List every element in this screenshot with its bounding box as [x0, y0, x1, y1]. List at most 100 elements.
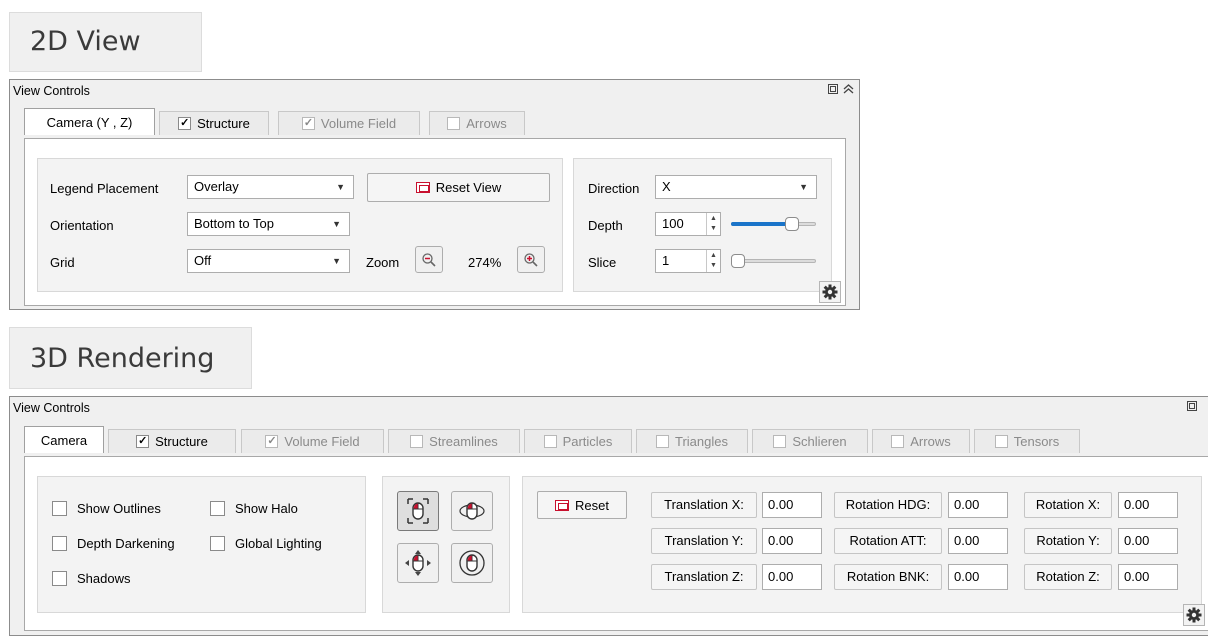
reset-icon — [415, 182, 430, 193]
tab-bar: Camera Structure Volume Field Streamline… — [24, 426, 1104, 457]
chevron-down-icon: ▼ — [336, 182, 345, 192]
tensors-checkbox[interactable] — [994, 435, 1008, 448]
rotation-y-input[interactable]: 0.00 — [1118, 528, 1178, 554]
restore-icon[interactable] — [827, 83, 839, 98]
tab-label: Triangles — [675, 434, 728, 449]
global-lighting-checkbox[interactable] — [210, 536, 225, 551]
mouse-select-button[interactable] — [397, 491, 439, 531]
depth-darkening-option[interactable]: Depth Darkening — [52, 536, 175, 551]
structure-checkbox[interactable] — [178, 117, 192, 130]
tab-content: Show Outlines Show Halo Depth Darkening … — [24, 456, 1208, 631]
tab-arrows[interactable]: Arrows — [872, 429, 970, 453]
rotation-att-input[interactable]: 0.00 — [948, 528, 1008, 554]
button-label: Reset View — [435, 180, 502, 195]
streamlines-checkbox[interactable] — [410, 435, 424, 448]
slice-spinbox[interactable]: 1 ▲ ▼ — [655, 249, 721, 273]
rotation-bnk-input[interactable]: 0.00 — [948, 564, 1008, 590]
option-label: Shadows — [77, 571, 131, 586]
transform-group: Reset Translation X: 0.00 Translation Y:… — [522, 476, 1202, 613]
show-outlines-option[interactable]: Show Outlines — [52, 501, 161, 516]
option-label: Depth Darkening — [77, 536, 175, 551]
spin-arrows-icon[interactable]: ▲ ▼ — [706, 250, 720, 272]
tab-label: Structure — [155, 434, 208, 449]
particles-checkbox[interactable] — [543, 435, 557, 448]
direction-label: Direction — [588, 181, 640, 196]
triangles-checkbox[interactable] — [656, 435, 669, 448]
volume-field-checkbox[interactable] — [301, 117, 315, 130]
slice-label: Slice — [588, 255, 617, 270]
rotation-att-label: Rotation ATT: — [834, 528, 942, 554]
settings-button[interactable] — [1183, 604, 1205, 626]
shadows-option[interactable]: Shadows — [52, 571, 130, 586]
schlieren-checkbox[interactable] — [773, 435, 787, 448]
rotation-bnk-label: Rotation BNK: — [834, 564, 942, 590]
option-label: Global Lighting — [235, 536, 322, 551]
tab-schlieren[interactable]: Schlieren — [752, 429, 868, 453]
mouse-pan-button[interactable] — [397, 543, 439, 583]
tab-streamlines[interactable]: Streamlines — [388, 429, 520, 453]
tab-particles[interactable]: Particles — [524, 429, 632, 453]
zoom-in-icon — [524, 252, 538, 267]
tab-arrows[interactable]: Arrows — [429, 111, 525, 135]
rotation-z-input[interactable]: 0.00 — [1118, 564, 1178, 590]
tab-volume-field[interactable]: Volume Field — [241, 429, 384, 453]
zoom-out-icon — [422, 252, 436, 267]
depth-slider-handle[interactable] — [785, 217, 799, 231]
grid-select[interactable]: Off ▼ — [187, 249, 350, 273]
orientation-select[interactable]: Bottom to Top ▼ — [187, 212, 350, 236]
reset-button[interactable]: Reset — [537, 491, 627, 519]
tab-bar: Camera (Y , Z) Structure Volume Field Ar… — [24, 108, 844, 139]
direction-select[interactable]: X ▼ — [655, 175, 817, 199]
arrows-checkbox[interactable] — [891, 435, 905, 448]
collapse-icon[interactable] — [843, 83, 854, 98]
gear-icon — [822, 284, 838, 300]
rotation-hdg-input[interactable]: 0.00 — [948, 492, 1008, 518]
rotation-x-input[interactable]: 0.00 — [1118, 492, 1178, 518]
show-halo-option[interactable]: Show Halo — [210, 501, 298, 516]
reset-view-button[interactable]: Reset View — [367, 173, 550, 202]
shadows-checkbox[interactable] — [52, 571, 67, 586]
depth-spinbox[interactable]: 100 ▲ ▼ — [655, 212, 721, 236]
view-controls-panel-3d: View Controls Camera Structure Volume Fi… — [9, 396, 1208, 636]
mouse-zoom-button[interactable] — [451, 543, 493, 583]
structure-checkbox[interactable] — [136, 435, 150, 448]
select-value: X — [662, 179, 671, 194]
restore-icon[interactable] — [1186, 400, 1198, 415]
panel-title: View Controls — [13, 401, 90, 415]
translation-z-input[interactable]: 0.00 — [762, 564, 822, 590]
spin-arrows-icon[interactable]: ▲ ▼ — [706, 213, 720, 235]
tab-structure[interactable]: Structure — [159, 111, 269, 135]
zoom-out-button[interactable] — [415, 246, 443, 273]
mouse-rotate-button[interactable] — [451, 491, 493, 531]
legend-placement-select[interactable]: Overlay ▼ — [187, 175, 354, 199]
zoom-in-button[interactable] — [517, 246, 545, 273]
settings-button[interactable] — [819, 281, 841, 303]
mouse-pan-icon — [405, 550, 431, 576]
volume-field-checkbox[interactable] — [265, 435, 279, 448]
tab-volume-field[interactable]: Volume Field — [278, 111, 420, 135]
tab-label: Volume Field — [320, 116, 397, 131]
translation-x-input[interactable]: 0.00 — [762, 492, 822, 518]
view-controls-panel-2d: View Controls Camera (Y , Z) Structure V… — [9, 79, 860, 310]
grid-label: Grid — [50, 255, 75, 270]
section-heading-3d: 3D Rendering — [9, 327, 252, 389]
legend-placement-label: Legend Placement — [50, 181, 159, 196]
translation-y-label: Translation Y: — [651, 528, 757, 554]
tab-camera[interactable]: Camera (Y , Z) — [24, 108, 155, 135]
tab-triangles[interactable]: Triangles — [636, 429, 748, 453]
tab-tensors[interactable]: Tensors — [974, 429, 1080, 453]
show-halo-checkbox[interactable] — [210, 501, 225, 516]
slice-slider-handle[interactable] — [731, 254, 745, 268]
show-outlines-checkbox[interactable] — [52, 501, 67, 516]
tab-camera[interactable]: Camera — [24, 426, 104, 453]
slice-settings-group: Direction X ▼ Depth 100 ▲ ▼ Slice 1 ▲ ▼ — [573, 158, 832, 292]
rotation-z-label: Rotation Z: — [1024, 564, 1112, 590]
arrows-checkbox[interactable] — [447, 117, 461, 130]
tab-content: Legend Placement Overlay ▼ Reset View Or… — [24, 138, 846, 306]
translation-y-input[interactable]: 0.00 — [762, 528, 822, 554]
tab-label: Structure — [197, 116, 250, 131]
global-lighting-option[interactable]: Global Lighting — [210, 536, 322, 551]
tab-structure[interactable]: Structure — [108, 429, 236, 453]
depth-label: Depth — [588, 218, 623, 233]
depth-darkening-checkbox[interactable] — [52, 536, 67, 551]
